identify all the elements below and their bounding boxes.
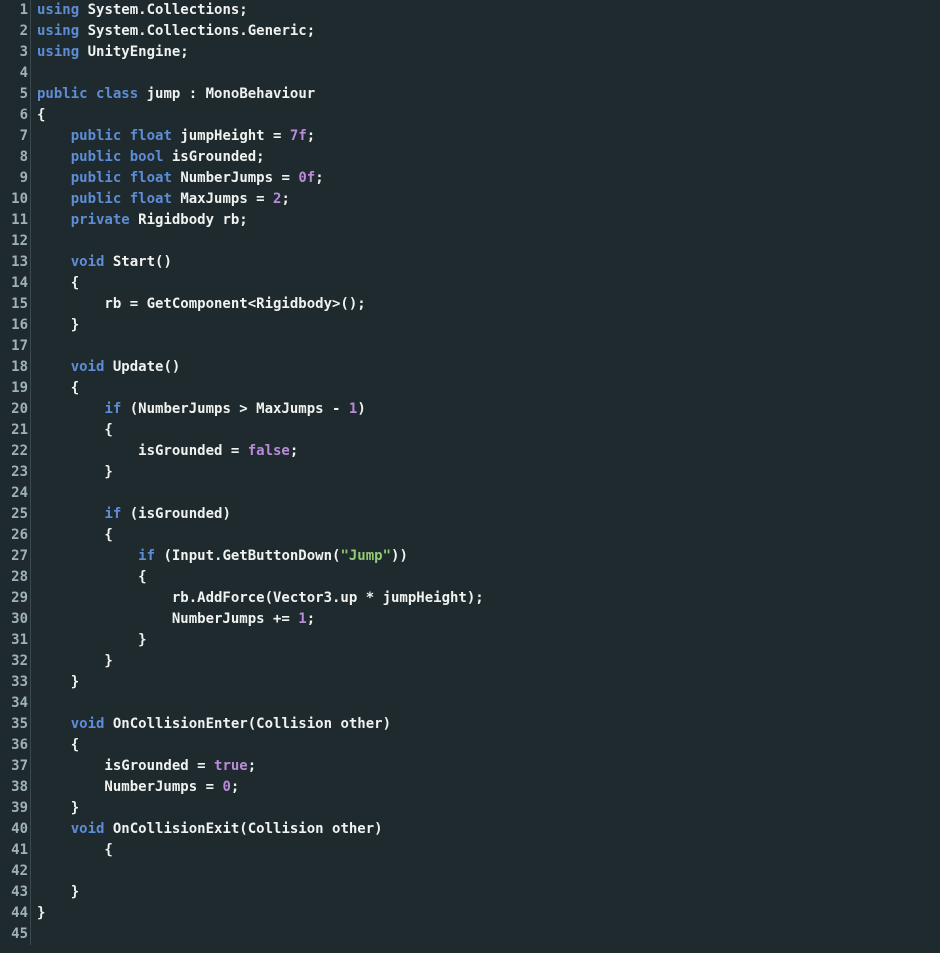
code-line: } xyxy=(37,798,484,819)
code-line: } xyxy=(37,462,484,483)
code-line: rb.AddForce(Vector3.up * jumpHeight); xyxy=(37,588,484,609)
line-number: 14 xyxy=(0,273,28,294)
line-number: 13 xyxy=(0,252,28,273)
code-line: { xyxy=(37,105,484,126)
code-line: using System.Collections; xyxy=(37,0,484,21)
code-line: public class jump : MonoBehaviour xyxy=(37,84,484,105)
line-number: 41 xyxy=(0,840,28,861)
code-line xyxy=(37,861,484,882)
code-line: if (isGrounded) xyxy=(37,504,484,525)
code-line: NumberJumps += 1; xyxy=(37,609,484,630)
line-number: 1 xyxy=(0,0,28,21)
code-line: using UnityEngine; xyxy=(37,42,484,63)
line-number: 11 xyxy=(0,210,28,231)
line-number: 17 xyxy=(0,336,28,357)
line-number: 15 xyxy=(0,294,28,315)
line-number: 43 xyxy=(0,882,28,903)
line-number: 40 xyxy=(0,819,28,840)
code-line: if (Input.GetButtonDown("Jump")) xyxy=(37,546,484,567)
code-line: { xyxy=(37,567,484,588)
code-line xyxy=(37,693,484,714)
line-number: 23 xyxy=(0,462,28,483)
line-number: 19 xyxy=(0,378,28,399)
line-number: 38 xyxy=(0,777,28,798)
line-number: 42 xyxy=(0,861,28,882)
code-line: void OnCollisionExit(Collision other) xyxy=(37,819,484,840)
code-line: } xyxy=(37,882,484,903)
line-number: 24 xyxy=(0,483,28,504)
code-line: void OnCollisionEnter(Collision other) xyxy=(37,714,484,735)
code-line: if (NumberJumps > MaxJumps - 1) xyxy=(37,399,484,420)
code-line: { xyxy=(37,735,484,756)
code-area[interactable]: using System.Collections;using System.Co… xyxy=(31,0,484,945)
line-number: 37 xyxy=(0,756,28,777)
code-line: { xyxy=(37,525,484,546)
line-number: 44 xyxy=(0,903,28,924)
line-number: 29 xyxy=(0,588,28,609)
code-line: } xyxy=(37,672,484,693)
line-number: 16 xyxy=(0,315,28,336)
line-number: 31 xyxy=(0,630,28,651)
code-line: using System.Collections.Generic; xyxy=(37,21,484,42)
code-line: rb = GetComponent<Rigidbody>(); xyxy=(37,294,484,315)
line-number: 8 xyxy=(0,147,28,168)
line-number: 7 xyxy=(0,126,28,147)
line-number: 32 xyxy=(0,651,28,672)
line-number: 26 xyxy=(0,525,28,546)
line-number: 35 xyxy=(0,714,28,735)
code-line: public bool isGrounded; xyxy=(37,147,484,168)
line-number: 27 xyxy=(0,546,28,567)
line-number: 22 xyxy=(0,441,28,462)
line-number: 6 xyxy=(0,105,28,126)
line-number: 25 xyxy=(0,504,28,525)
code-line: } xyxy=(37,315,484,336)
code-line: void Start() xyxy=(37,252,484,273)
line-number: 3 xyxy=(0,42,28,63)
line-number: 39 xyxy=(0,798,28,819)
code-line: isGrounded = true; xyxy=(37,756,484,777)
code-editor: 1234567891011121314151617181920212223242… xyxy=(0,0,940,945)
code-line: { xyxy=(37,378,484,399)
code-line: { xyxy=(37,840,484,861)
line-number: 5 xyxy=(0,84,28,105)
code-line: isGrounded = false; xyxy=(37,441,484,462)
line-number-gutter: 1234567891011121314151617181920212223242… xyxy=(0,0,31,945)
code-line: { xyxy=(37,273,484,294)
line-number: 30 xyxy=(0,609,28,630)
code-line: public float jumpHeight = 7f; xyxy=(37,126,484,147)
code-line: } xyxy=(37,651,484,672)
code-line xyxy=(37,63,484,84)
code-line: } xyxy=(37,630,484,651)
line-number: 20 xyxy=(0,399,28,420)
line-number: 9 xyxy=(0,168,28,189)
line-number: 4 xyxy=(0,63,28,84)
code-line: NumberJumps = 0; xyxy=(37,777,484,798)
line-number: 28 xyxy=(0,567,28,588)
line-number: 10 xyxy=(0,189,28,210)
code-line xyxy=(37,231,484,252)
line-number: 2 xyxy=(0,21,28,42)
code-line: public float NumberJumps = 0f; xyxy=(37,168,484,189)
code-line: void Update() xyxy=(37,357,484,378)
line-number: 21 xyxy=(0,420,28,441)
code-line xyxy=(37,924,484,945)
code-line: } xyxy=(37,903,484,924)
code-line: private Rigidbody rb; xyxy=(37,210,484,231)
line-number: 18 xyxy=(0,357,28,378)
line-number: 36 xyxy=(0,735,28,756)
line-number: 33 xyxy=(0,672,28,693)
code-line: { xyxy=(37,420,484,441)
code-line: public float MaxJumps = 2; xyxy=(37,189,484,210)
line-number: 34 xyxy=(0,693,28,714)
code-line xyxy=(37,483,484,504)
line-number: 12 xyxy=(0,231,28,252)
line-number: 45 xyxy=(0,924,28,945)
code-line xyxy=(37,336,484,357)
